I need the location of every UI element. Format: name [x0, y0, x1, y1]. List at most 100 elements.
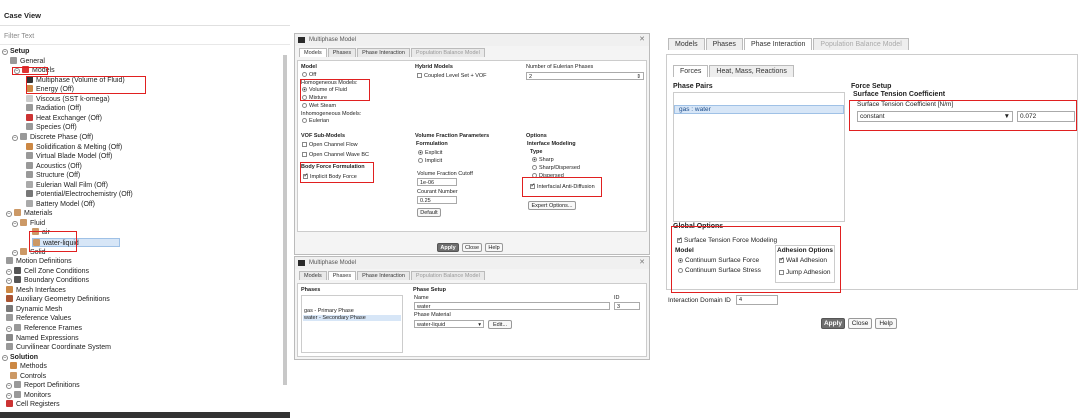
expert-options-button[interactable]: Expert Options... [528, 201, 576, 210]
tree-item[interactable]: Mesh Interfaces [6, 285, 66, 295]
id-input[interactable]: 3 [614, 302, 640, 310]
phase-item-gas[interactable]: gas - Primary Phase [304, 308, 354, 314]
highlight-multiphase [26, 76, 146, 94]
tree-item[interactable]: Viscous (SST k-omega) [26, 94, 110, 104]
tree-item[interactable]: − Fluid [12, 218, 45, 228]
radio-explicit[interactable]: Explicit [418, 150, 442, 156]
tree-item[interactable]: Controls [10, 371, 46, 381]
tree-item[interactable]: Methods [10, 362, 47, 371]
help-button[interactable]: Help [875, 318, 897, 329]
radio-off[interactable]: Off [302, 72, 316, 78]
node-icon [10, 362, 17, 370]
tab-phases[interactable]: Phases [327, 271, 357, 280]
close-button[interactable]: Close [848, 318, 872, 329]
close-icon[interactable]: ✕ [639, 34, 645, 46]
dialog-title: Multiphase Model [309, 260, 357, 266]
tree-item[interactable]: Cell Registers [6, 400, 60, 409]
expand-icon: − [6, 211, 12, 218]
node-icon [26, 152, 33, 160]
tree-item[interactable]: Curvilinear Coordinate System [6, 343, 111, 352]
tree-item[interactable]: Eulerian Wall Film (Off) [26, 180, 108, 190]
radio-sharp-dispersed[interactable]: Sharp/Dispersed [532, 165, 580, 171]
phase-item-water[interactable]: water - Secondary Phase [303, 315, 401, 321]
tab-phase-interaction[interactable]: Phase Interaction [357, 48, 410, 57]
tree-item[interactable]: − Materials [6, 209, 52, 218]
name-input[interactable]: water [414, 302, 610, 310]
edit-button[interactable]: Edit... [488, 320, 512, 329]
tab-models[interactable]: Models [299, 271, 327, 280]
vf-cutoff-input[interactable]: 1e-06 [417, 178, 457, 186]
tree-item[interactable]: Structure (Off) [26, 171, 80, 180]
domain-id-input[interactable]: 4 [736, 295, 778, 305]
tree-item[interactable]: Motion Definitions [6, 257, 72, 266]
tab-phases[interactable]: Phases [705, 38, 743, 50]
phases-heading: Phases [301, 287, 321, 293]
status-strip [0, 412, 290, 418]
node-icon [20, 247, 27, 255]
inhomog-label: Inhomogeneous Models: [301, 111, 362, 117]
tree-item[interactable]: Potential/Electrochemistry (Off) [26, 190, 133, 199]
node-icon [26, 180, 33, 188]
node-icon [6, 343, 13, 351]
node-icon [26, 113, 33, 121]
radio-wetsteam[interactable]: Wet Steam [302, 103, 336, 109]
highlight-vof [300, 79, 370, 101]
tree-item[interactable]: Heat Exchanger (Off) [26, 113, 102, 123]
tab-forces[interactable]: Forces [673, 65, 709, 77]
node-icon [6, 304, 13, 312]
check-open-wave[interactable]: Open Channel Wave BC [302, 152, 369, 158]
tree-item[interactable]: − Cell Zone Conditions [6, 266, 89, 276]
apply-button[interactable]: Apply [821, 318, 845, 329]
tab-models[interactable]: Models [299, 48, 327, 57]
close-button[interactable]: Close [462, 243, 482, 252]
node-icon [26, 199, 33, 207]
check-coupled[interactable]: Coupled Level Set + VOF [417, 73, 487, 79]
apply-button[interactable]: Apply [437, 243, 459, 252]
tab-population-balance[interactable]: Population Balance Model [410, 271, 485, 280]
num-euler-input[interactable]: 2 ⇕ [526, 72, 644, 80]
help-button[interactable]: Help [485, 243, 503, 252]
tree-item[interactable]: − Discrete Phase (Off) [12, 132, 93, 142]
expand-icon: − [6, 325, 12, 332]
tree-item[interactable]: − Monitors [6, 390, 51, 400]
filter-input[interactable]: Filter Text [0, 30, 290, 45]
tree-item[interactable]: Named Expressions [6, 333, 79, 343]
tree-item[interactable]: − Reference Frames [6, 323, 82, 333]
check-open-channel[interactable]: Open Channel Flow [302, 142, 358, 148]
tree-item[interactable]: − Setup [2, 47, 29, 56]
tree-item[interactable]: Reference Values [6, 314, 71, 323]
default-button[interactable]: Default [417, 208, 441, 217]
node-icon [14, 266, 21, 274]
tab-population-balance[interactable]: Population Balance Model [410, 48, 485, 57]
tree-item[interactable]: Battery Model (Off) [26, 199, 95, 209]
material-select[interactable]: water-liquid ▾ [414, 320, 484, 328]
radio-eulerian[interactable]: Eulerian [302, 118, 329, 124]
node-icon [14, 381, 21, 389]
tree-item[interactable]: Acoustics (Off) [26, 161, 82, 171]
tree-item[interactable]: Species (Off) [26, 123, 77, 132]
phase-pairs-heading: Phase Pairs [673, 83, 713, 90]
tab-phase-interaction[interactable]: Phase Interaction [357, 271, 410, 280]
radio-sharp[interactable]: Sharp [532, 157, 554, 163]
tree-item[interactable]: Solidification & Melting (Off) [26, 142, 122, 152]
tree-scrollbar[interactable] [283, 55, 287, 385]
node-icon [14, 276, 21, 284]
close-icon[interactable]: ✕ [639, 257, 645, 269]
tab-phases[interactable]: Phases [327, 48, 357, 57]
tree-item[interactable]: − Report Definitions [6, 381, 80, 390]
tree-item[interactable]: General [10, 56, 45, 66]
tree-item[interactable]: Auxiliary Geometry Definitions [6, 295, 110, 304]
tree-item[interactable]: − Solution [2, 353, 38, 362]
tree-item[interactable]: − Boundary Conditions [6, 276, 89, 285]
radio-implicit[interactable]: Implicit [418, 158, 442, 164]
tree-item[interactable]: Radiation (Off) [26, 104, 81, 113]
tab-population-balance[interactable]: Population Balance Model [813, 38, 909, 50]
courant-input[interactable]: 0.25 [417, 196, 457, 204]
tab-models[interactable]: Models [668, 38, 705, 50]
tab-phase-interaction[interactable]: Phase Interaction [743, 38, 813, 50]
tab-heat-mass[interactable]: Heat, Mass, Reactions [709, 65, 794, 77]
dialog-tabs: Models Phases Phase Interaction Populati… [666, 38, 1080, 50]
pair-item[interactable]: gas : water [674, 105, 844, 114]
tree-item[interactable]: Virtual Blade Model (Off) [26, 152, 112, 161]
tree-item[interactable]: Dynamic Mesh [6, 304, 62, 314]
